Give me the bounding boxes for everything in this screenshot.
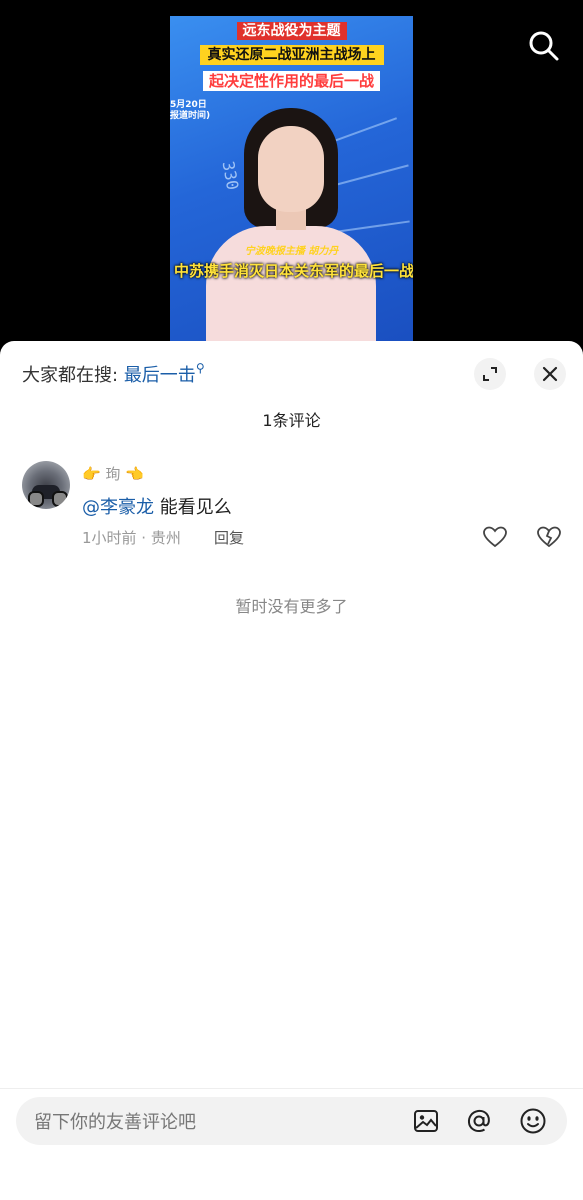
video-caption-line3: 起决定性作用的最后一战 [170,70,413,91]
close-icon [542,366,558,382]
anchor-name-tag: 宁波晚报主播 胡力丹 [244,246,339,257]
search-small-icon: ⚲ [195,361,205,375]
comment-text: @李豪龙 能看见么 [82,493,232,519]
comment-input-bar [16,1097,567,1147]
expand-icon [483,367,497,381]
comment-mention[interactable]: @李豪龙 [82,497,154,518]
hot-search-bar[interactable]: 大家都在搜: 最后一击⚲ [22,361,205,387]
divider [0,1088,583,1089]
at-icon[interactable] [465,1107,493,1135]
comment-input[interactable] [32,1097,396,1147]
expand-button[interactable] [474,358,506,390]
video-player[interactable]: 330 远东战役为主题 真实还原二战亚洲主战场上 起决定性作用的最后一战 5月2… [0,0,583,345]
video-frame[interactable]: 330 远东战役为主题 真实还原二战亚洲主战场上 起决定性作用的最后一战 5月2… [170,16,413,345]
comment-username[interactable]: 👉 珣 👈 [82,463,144,484]
avatar[interactable] [22,461,70,509]
close-button[interactable] [534,358,566,390]
hot-search-prefix: 大家都在搜: [22,365,119,386]
search-icon[interactable] [528,30,560,62]
video-subtitle: 中苏携手消灭日本关东军的最后一战 [173,262,413,280]
comment-time-location: 1小时前 · 贵州 [82,529,181,547]
video-caption-line1: 远东战役为主题 [170,20,413,40]
hot-search-keyword[interactable]: 最后一击 [124,365,196,386]
comment-count: 1条评论 [262,411,321,430]
broken-heart-icon[interactable] [536,525,562,549]
comment-item: 👉 珣 👈 @李豪龙 能看见么 1小时前 · 贵州 回复 [0,461,583,561]
reply-button[interactable]: 回复 [214,527,244,548]
emoji-icon[interactable] [519,1107,547,1135]
heart-icon[interactable] [482,525,508,549]
comment-body: 能看见么 [154,497,232,518]
comment-sheet: 大家都在搜: 最后一击⚲ 1条评论 👉 珣 👈 @李豪龙 能看见么 1小时前 ·… [0,341,583,1200]
image-icon[interactable] [412,1107,440,1135]
no-more-comments: 暂时没有更多了 [235,597,348,616]
news-anchor-figure [196,108,386,345]
video-caption-line2: 真实还原二战亚洲主战场上 [170,44,413,65]
